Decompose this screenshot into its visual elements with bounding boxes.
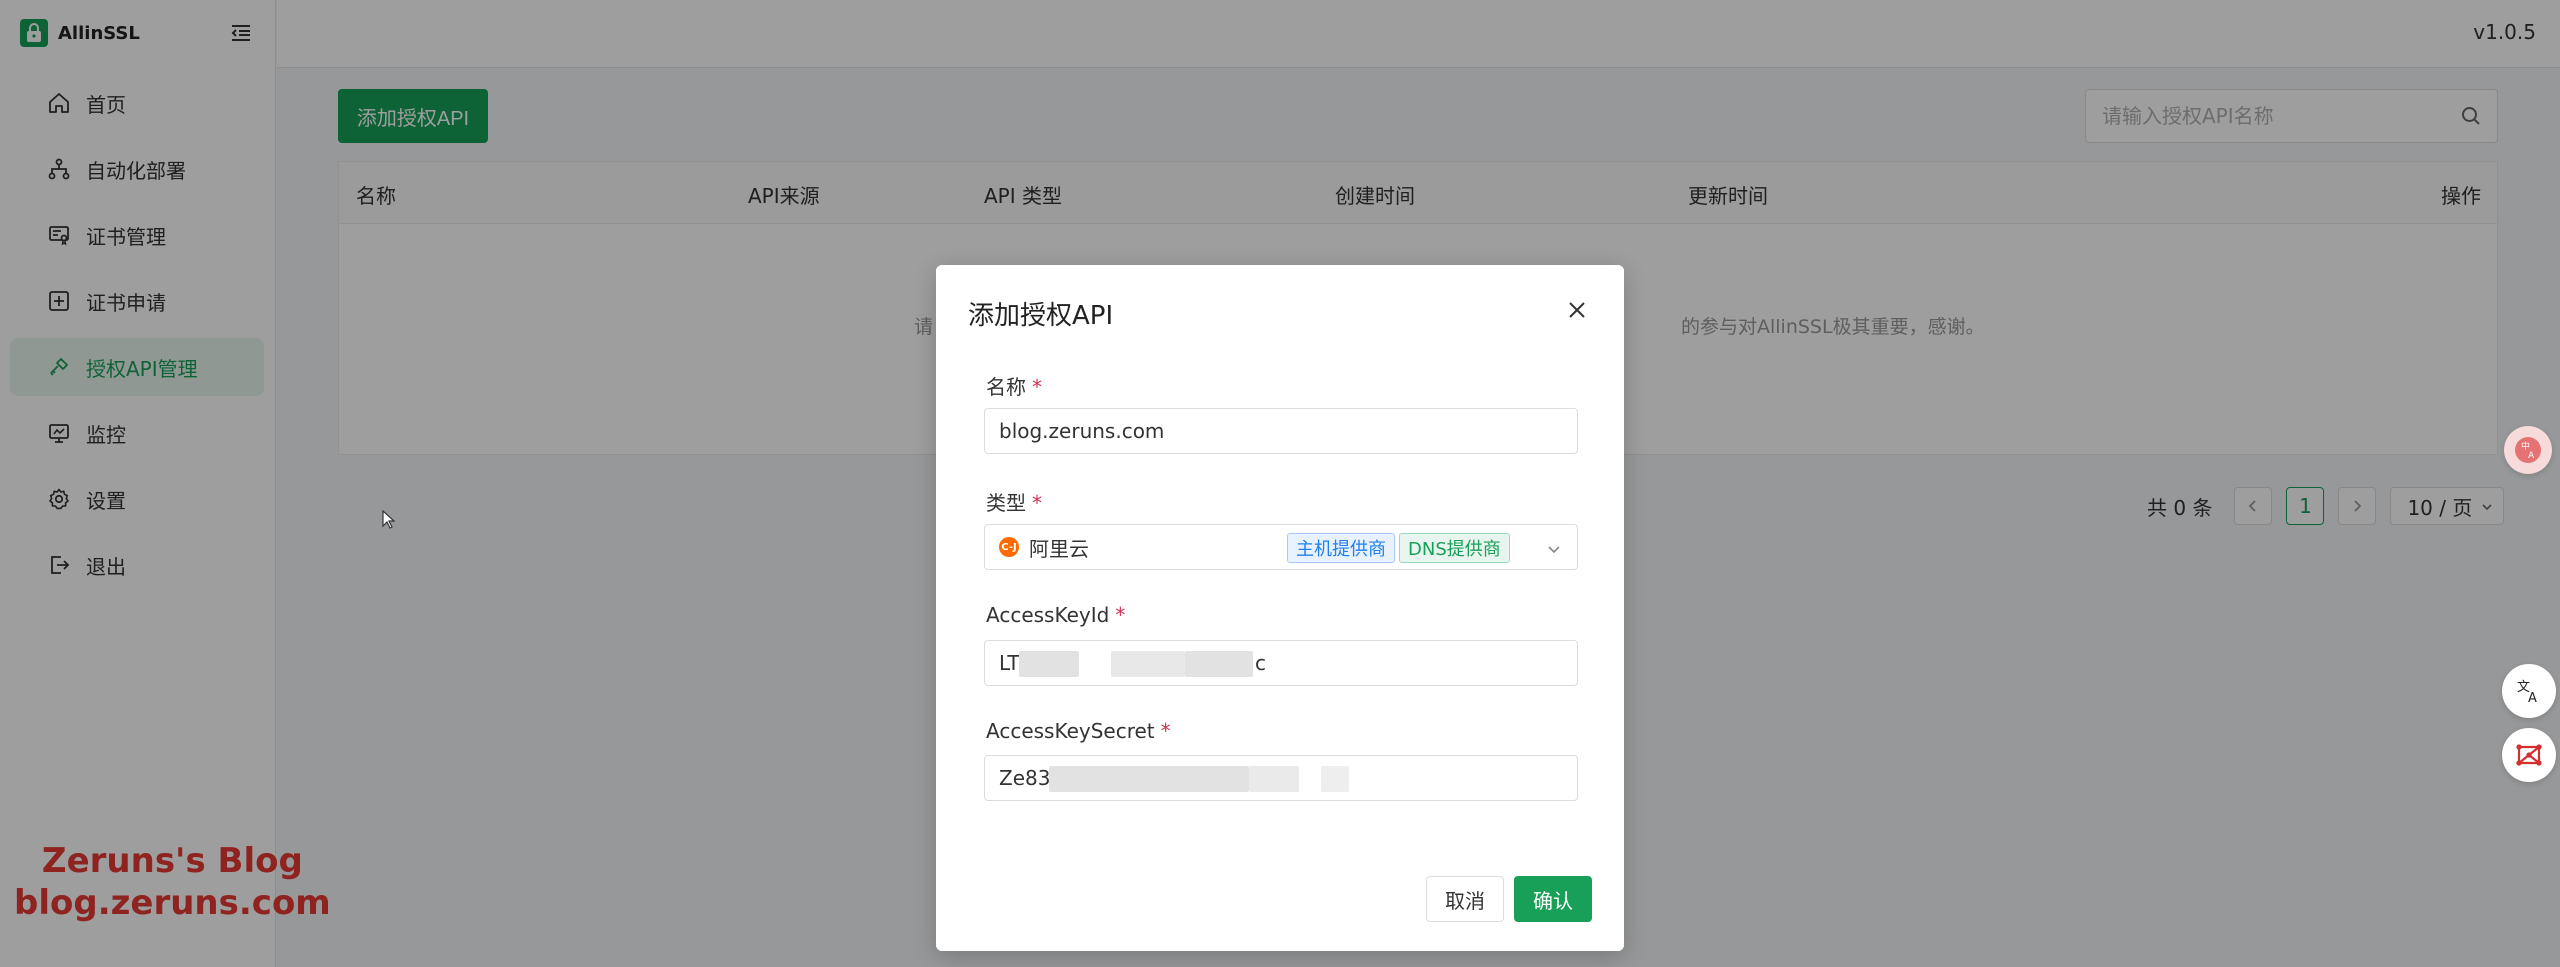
host-provider-tag: 主机提供商: [1287, 533, 1395, 563]
redacted-block: [1049, 766, 1249, 792]
access-key-id-value-end: c: [1255, 651, 1266, 675]
access-key-secret-input[interactable]: Ze83: [984, 755, 1578, 801]
chevron-down-icon: [1545, 539, 1563, 557]
access-key-id-label: AccessKeyId *: [986, 603, 1125, 627]
name-label-text: 名称: [986, 375, 1026, 399]
confirm-button[interactable]: 确认: [1514, 876, 1592, 922]
access-key-secret-value-start: Ze83: [999, 766, 1051, 790]
add-api-dialog: 添加授权API 名称 * blog.zeruns.com 类型 * C-J 阿里云 …: [936, 265, 1624, 951]
name-label: 名称 *: [986, 371, 1042, 400]
svg-text:A: A: [2528, 451, 2535, 461]
svg-text:A: A: [2528, 691, 2537, 706]
name-input[interactable]: blog.zeruns.com: [984, 408, 1578, 454]
redacted-block: [1249, 766, 1299, 792]
type-select[interactable]: C-J 阿里云 主机提供商 DNS提供商: [984, 524, 1578, 570]
name-input-value: blog.zeruns.com: [999, 419, 1165, 443]
required-mark: *: [1032, 491, 1042, 515]
mouse-cursor-icon: [382, 509, 396, 530]
network-graph-icon[interactable]: [2502, 728, 2556, 782]
translate-icon[interactable]: 文A: [2502, 664, 2556, 718]
redacted-block: [1321, 766, 1349, 792]
cancel-button[interactable]: 取消: [1426, 876, 1504, 922]
redacted-block: [1111, 651, 1185, 677]
required-mark: *: [1160, 719, 1171, 743]
type-label: 类型 *: [986, 487, 1042, 516]
required-mark: *: [1032, 375, 1042, 399]
access-key-id-value-start: LT: [999, 651, 1020, 675]
type-select-value: 阿里云: [1029, 536, 1089, 561]
access-key-id-input[interactable]: LT c: [984, 640, 1578, 686]
redacted-block: [1019, 651, 1079, 677]
dialog-title: 添加授权API: [968, 301, 1114, 331]
close-icon[interactable]: [1564, 297, 1590, 323]
access-key-secret-label-text: AccessKeySecret: [986, 719, 1155, 743]
access-key-id-label-text: AccessKeyId: [986, 603, 1110, 627]
translate-floating-icon[interactable]: 中A: [2504, 426, 2552, 474]
dns-provider-tag: DNS提供商: [1399, 533, 1510, 563]
required-mark: *: [1115, 603, 1126, 627]
aliyun-logo-icon: C-J: [999, 537, 1019, 557]
redacted-block: [1185, 651, 1253, 677]
type-label-text: 类型: [986, 491, 1026, 515]
access-key-secret-label: AccessKeySecret *: [986, 719, 1171, 743]
